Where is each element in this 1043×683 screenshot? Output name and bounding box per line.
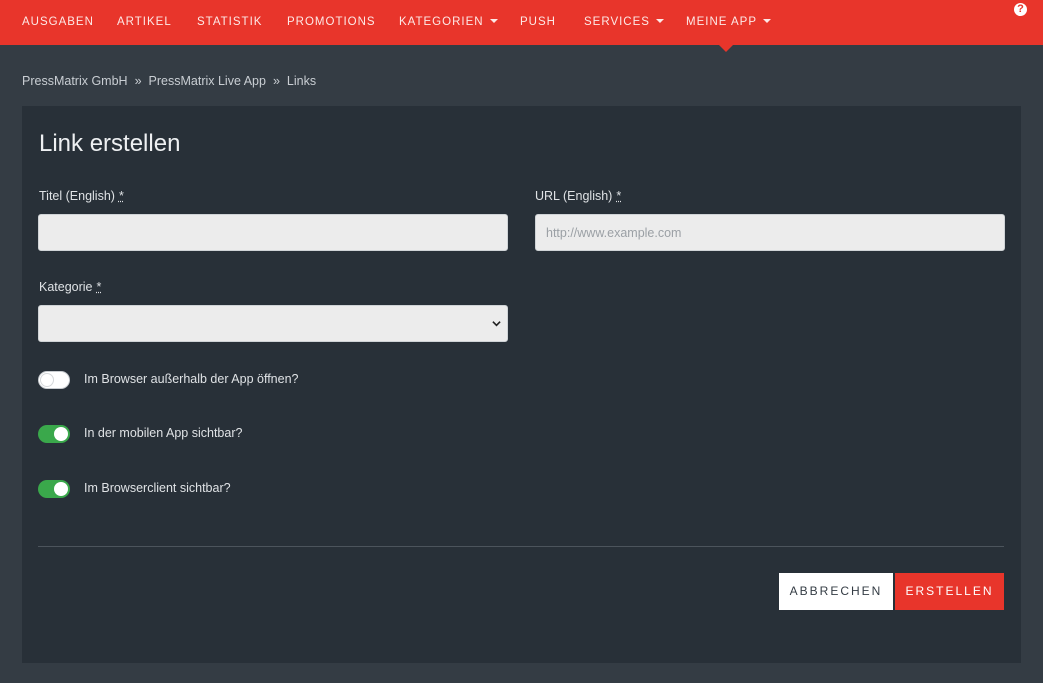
toggle-visible-browser-client[interactable] — [38, 480, 70, 498]
title-input[interactable] — [38, 214, 508, 251]
breadcrumb-item-current: Links — [286, 74, 317, 88]
nav-item-artikel[interactable]: ARTIKEL — [117, 16, 172, 28]
required-marker: * — [118, 189, 124, 203]
nav-item-label: MEINE APP — [686, 16, 757, 28]
nav-item-services[interactable]: SERVICES — [584, 16, 664, 28]
create-link-panel: Link erstellen Titel (English) * URL (Eng… — [22, 106, 1021, 663]
nav-item-label: AUSGABEN — [22, 16, 94, 28]
nav-item-meine-app[interactable]: MEINE APP — [686, 16, 771, 28]
url-field-label-text: URL (English) — [535, 189, 613, 203]
nav-item-label: PUSH — [520, 16, 556, 28]
nav-item-label: SERVICES — [584, 16, 650, 28]
form-divider — [38, 546, 1004, 547]
breadcrumb: PressMatrix GmbH » PressMatrix Live App » Li… — [22, 74, 316, 88]
title-field-label-text: Titel (English) — [39, 189, 115, 203]
url-input[interactable] — [535, 214, 1005, 251]
toggle-knob — [54, 427, 68, 441]
caret-down-icon — [763, 19, 771, 23]
toggle-label-visible-mobile-app: In der mobilen App sichtbar? — [84, 426, 243, 440]
category-select[interactable] — [38, 305, 508, 342]
breadcrumb-separator: » — [134, 74, 142, 88]
breadcrumb-item-app[interactable]: PressMatrix Live App — [149, 74, 266, 88]
chevron-down-icon — [492, 321, 501, 327]
nav-item-label: PROMOTIONS — [287, 16, 376, 28]
nav-item-kategorien[interactable]: KATEGORIEN — [399, 16, 498, 28]
caret-down-icon — [655, 19, 664, 23]
toggle-open-external-browser[interactable] — [38, 371, 70, 389]
page-title: Link erstellen — [39, 130, 181, 157]
toggle-knob — [40, 373, 54, 387]
question-circle-icon[interactable]: ? — [1014, 3, 1027, 16]
nav-item-label: KATEGORIEN — [399, 16, 484, 28]
nav-item-ausgaben[interactable]: AUSGABEN — [22, 16, 94, 28]
nav-item-promotions[interactable]: PROMOTIONS — [287, 16, 376, 28]
active-nav-pointer — [719, 45, 733, 52]
create-button[interactable]: ERSTELLEN — [895, 573, 1004, 610]
top-navbar: AUSGABEN ARTIKEL STATISTIK PROMOTIONS KA… — [0, 0, 1043, 45]
nav-item-statistik[interactable]: STATISTIK — [197, 16, 262, 28]
breadcrumb-separator: » — [272, 74, 280, 88]
caret-down-icon — [489, 19, 498, 23]
url-field-label: URL (English) * — [535, 189, 621, 203]
category-field-label-text: Kategorie — [39, 280, 93, 294]
nav-item-label: STATISTIK — [197, 16, 263, 28]
required-marker: * — [616, 189, 622, 203]
title-field-label: Titel (English) * — [39, 189, 124, 203]
nav-item-push[interactable]: PUSH — [520, 16, 556, 28]
required-marker: * — [96, 280, 102, 294]
nav-item-label: ARTIKEL — [117, 16, 172, 28]
toggle-visible-mobile-app[interactable] — [38, 425, 70, 443]
breadcrumb-item-organization[interactable]: PressMatrix GmbH — [22, 74, 128, 88]
toggle-label-visible-browser-client: Im Browserclient sichtbar? — [84, 481, 231, 495]
toggle-knob — [54, 482, 68, 496]
cancel-button[interactable]: ABBRECHEN — [779, 573, 893, 610]
toggle-label-open-external-browser: Im Browser außerhalb der App öffnen? — [84, 372, 299, 386]
category-field-label: Kategorie * — [39, 280, 101, 294]
